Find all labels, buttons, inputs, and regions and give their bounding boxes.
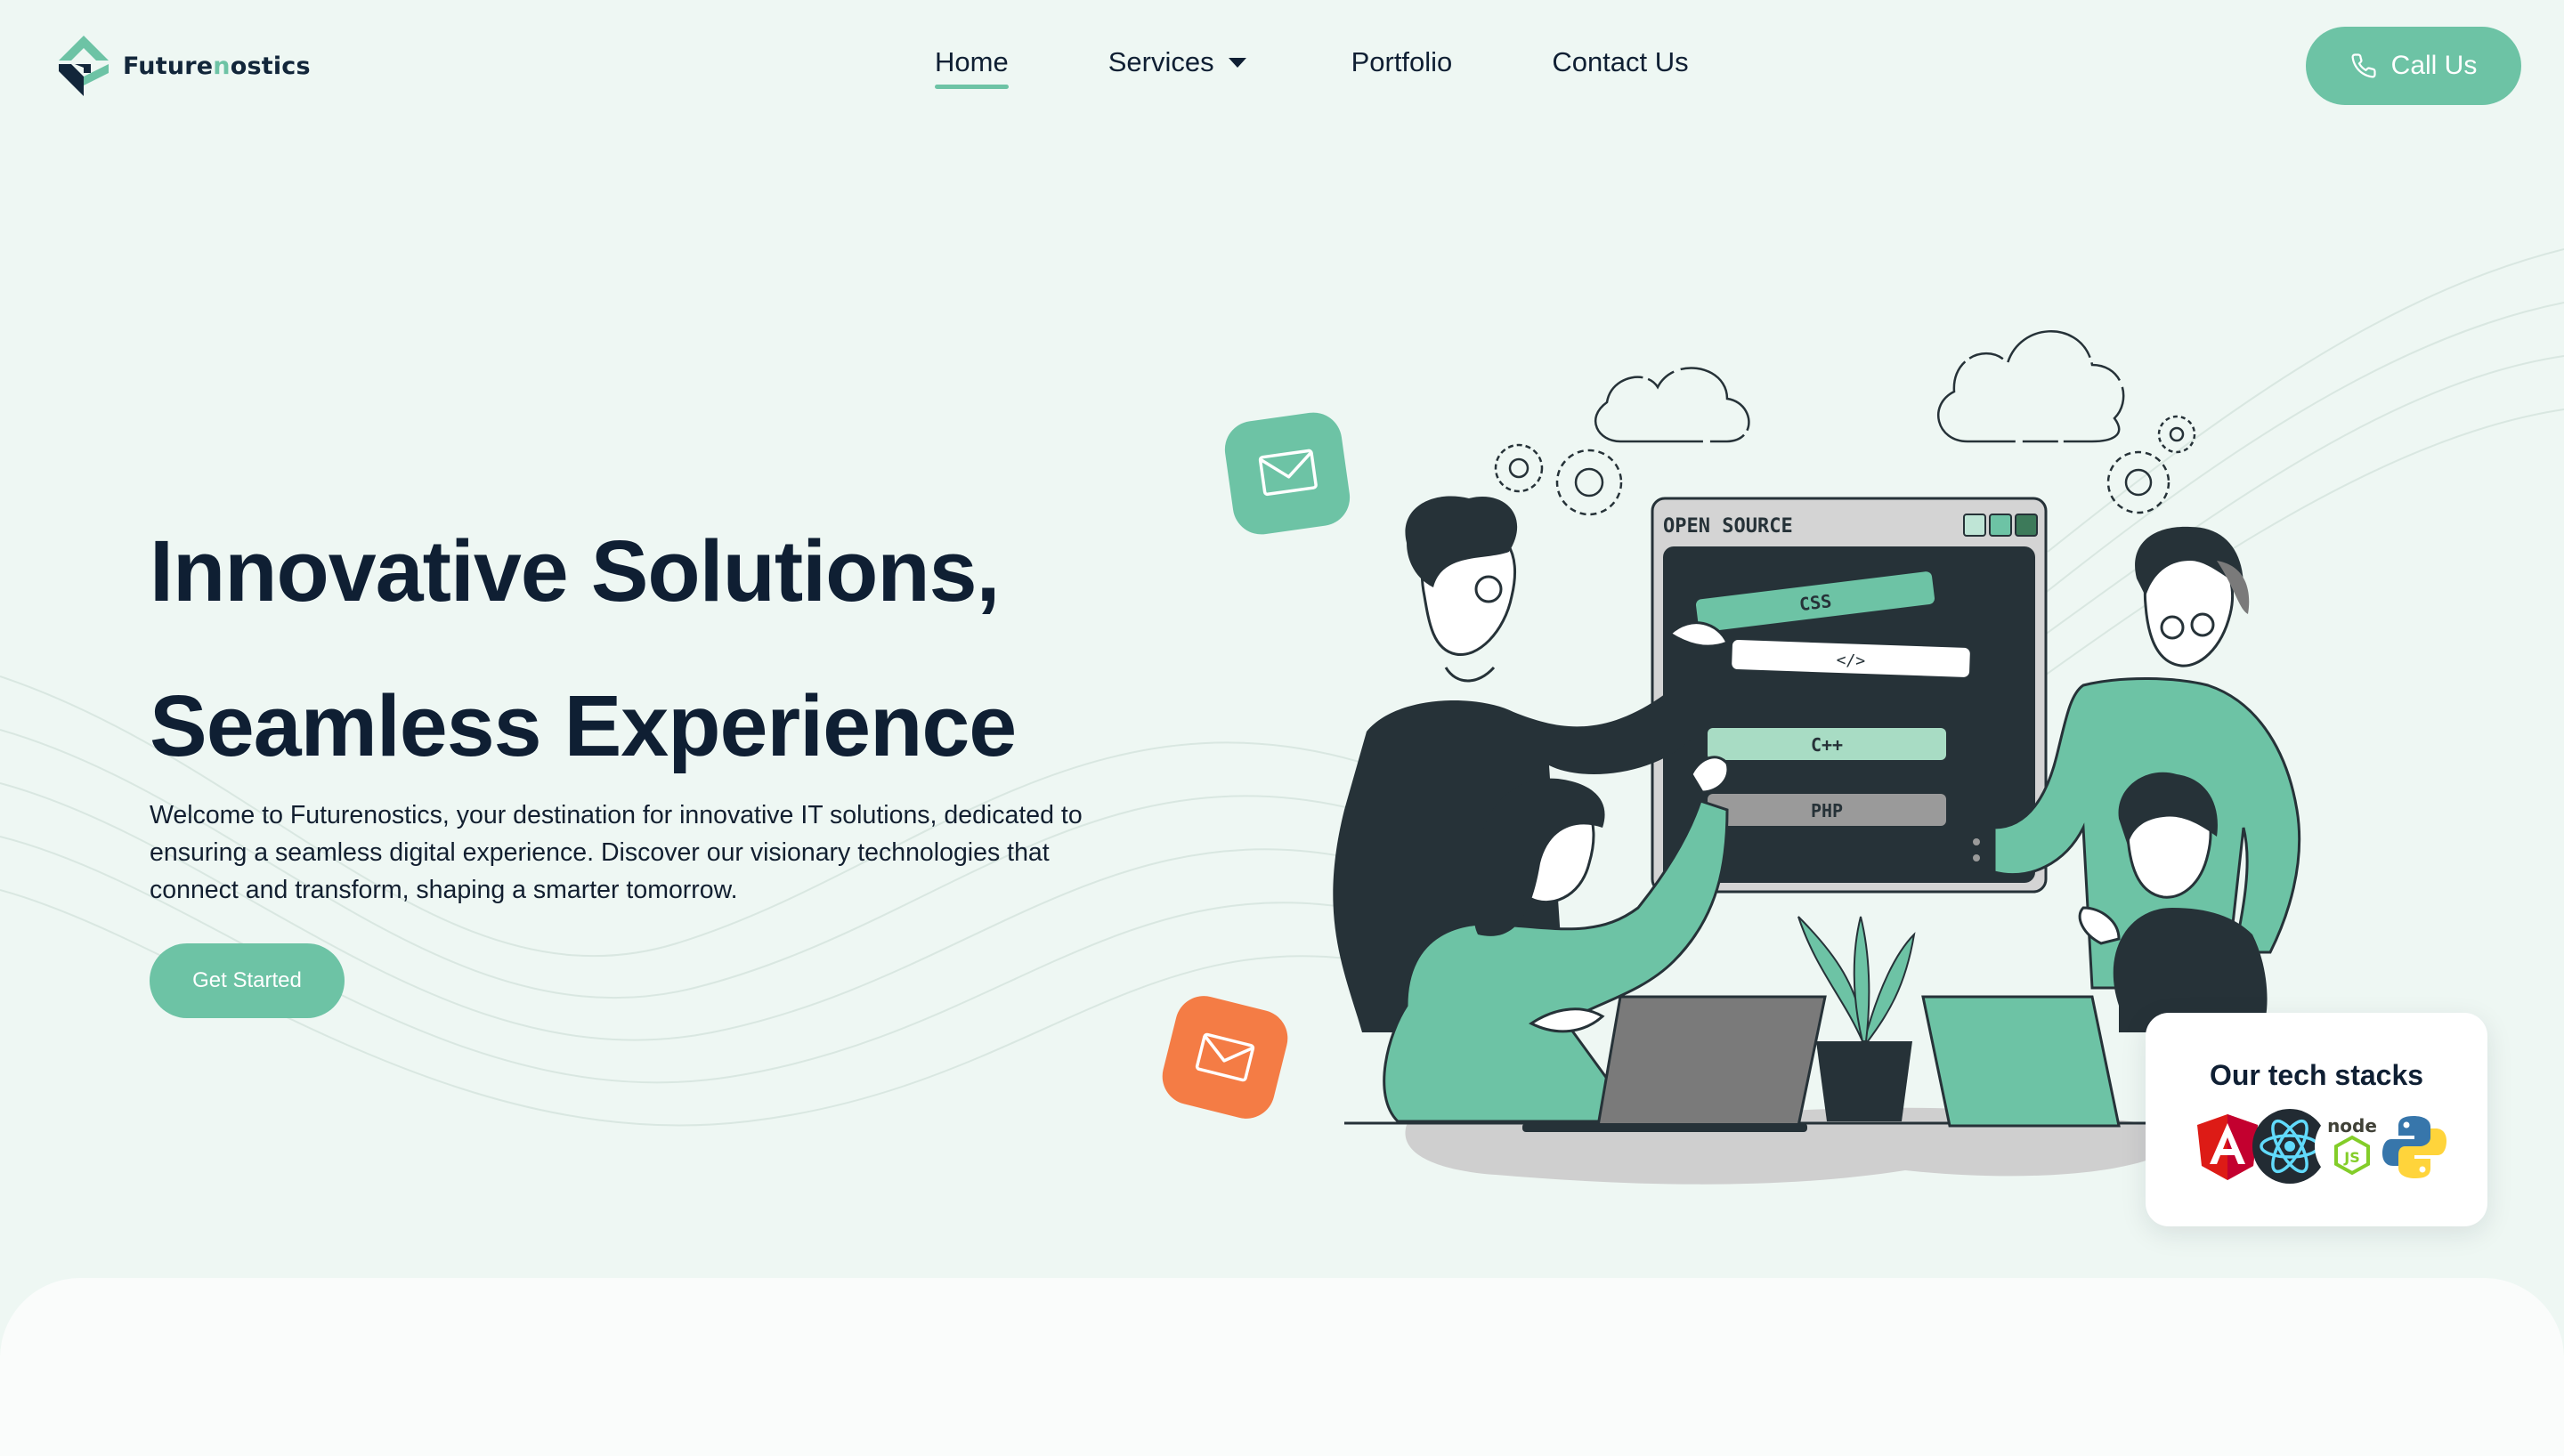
brand-name: Futurenostics (123, 52, 311, 80)
nav-item-home[interactable]: Home (935, 46, 1009, 89)
nodejs-js-label: JS (2343, 1149, 2359, 1166)
call-us-label: Call Us (2390, 51, 2478, 80)
nav-item-portfolio[interactable]: Portfolio (1351, 46, 1453, 78)
python-icon (2377, 1109, 2452, 1184)
phone-icon (2351, 53, 2376, 78)
brand-logo[interactable]: Futurenostics (55, 34, 311, 98)
next-section-panel (0, 1278, 2564, 1456)
code-bar-label: </> (1836, 651, 1865, 670)
tech-stacks-title: Our tech stacks (2209, 1059, 2424, 1091)
nav-item-services-label: Services (1108, 46, 1214, 77)
nav-item-contact-us[interactable]: Contact Us (1552, 46, 1688, 78)
hero-description: Welcome to Futurenostics, your destinati… (150, 801, 1083, 904)
nav-item-services[interactable]: Services (1108, 46, 1246, 78)
css-bar-label: CSS (1798, 590, 1833, 615)
hero-title-line1: Innovative Solutions, (150, 522, 1000, 619)
tech-stacks-card: Our tech stacks node JS (2146, 1013, 2487, 1226)
tech-stacks-logos: node JS (2190, 1109, 2446, 1184)
call-us-button[interactable]: Call Us (2306, 27, 2521, 105)
main-nav: Home Services Portfolio Contact Us (935, 46, 1689, 89)
futurenostics-logo-icon (59, 36, 109, 96)
get-started-button[interactable]: Get Started (150, 943, 345, 1018)
php-bar-label: PHP (1811, 800, 1843, 821)
hero-title: Innovative Solutions, Seamless Experienc… (150, 494, 1017, 804)
nodejs-wordmark: node (2327, 1115, 2377, 1136)
cpp-bar-label: C++ (1811, 734, 1843, 756)
caret-down-icon (1228, 57, 1246, 68)
hero-title-line2: Seamless Experience (150, 677, 1017, 774)
window-title: OPEN SOURCE (1663, 515, 1793, 538)
